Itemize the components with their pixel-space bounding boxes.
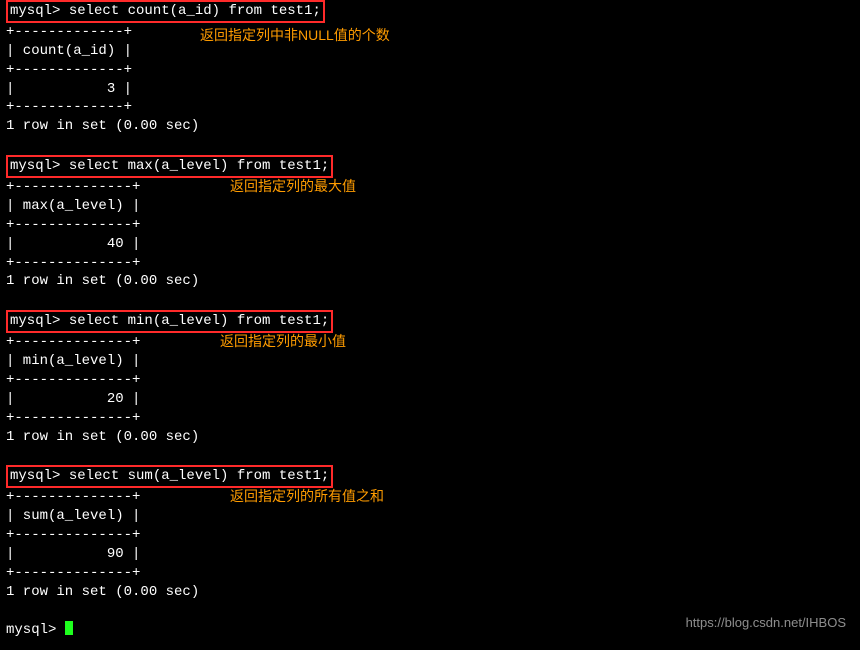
table-divider: +--------------+	[0, 564, 860, 583]
mysql-prompt: mysql>	[6, 622, 65, 638]
sql-query: select sum(a_level) from test1;	[69, 468, 329, 484]
command-row: mysql> select sum(a_level) from test1;	[0, 465, 860, 488]
status-line: 1 row in set (0.00 sec)	[0, 117, 860, 136]
watermark-text: https://blog.csdn.net/IHBOS	[686, 614, 846, 632]
blank-line	[0, 446, 860, 465]
table-divider: +--------------+	[0, 254, 860, 273]
query-block-max: mysql> select max(a_level) from test1; +…	[0, 155, 860, 310]
table-divider: +--------------+	[0, 178, 860, 197]
table-row: | 90 |	[0, 545, 860, 564]
mysql-prompt: mysql>	[10, 313, 69, 329]
blank-line	[0, 136, 860, 155]
annotation-label: 返回指定列的最大值	[230, 177, 356, 196]
table-row: | 40 |	[0, 235, 860, 254]
command-row: mysql> select count(a_id) from test1;	[0, 0, 860, 23]
status-line: 1 row in set (0.00 sec)	[0, 583, 860, 602]
command-row: mysql> select max(a_level) from test1;	[0, 155, 860, 178]
table-header: | count(a_id) |	[0, 42, 860, 61]
table-header: | sum(a_level) |	[0, 507, 860, 526]
sql-query: select count(a_id) from test1;	[69, 3, 321, 19]
query-block-count: mysql> select count(a_id) from test1; +-…	[0, 0, 860, 155]
table-row: | 20 |	[0, 390, 860, 409]
status-line: 1 row in set (0.00 sec)	[0, 272, 860, 291]
mysql-prompt: mysql>	[10, 468, 69, 484]
annotation-label: 返回指定列的最小值	[220, 332, 346, 351]
query-block-min: mysql> select min(a_level) from test1; +…	[0, 310, 860, 465]
table-row: | 3 |	[0, 80, 860, 99]
annotation-label: 返回指定列中非NULL值的个数	[200, 26, 390, 45]
table-header: | min(a_level) |	[0, 352, 860, 371]
sql-command-highlight: mysql> select max(a_level) from test1;	[6, 155, 333, 178]
sql-query: select max(a_level) from test1;	[69, 158, 329, 174]
table-divider: +--------------+	[0, 409, 860, 428]
table-divider: +--------------+	[0, 333, 860, 352]
sql-command-highlight: mysql> select sum(a_level) from test1;	[6, 465, 333, 488]
query-block-sum: mysql> select sum(a_level) from test1; +…	[0, 465, 860, 620]
blank-line	[0, 291, 860, 310]
table-divider: +-------------+	[0, 23, 860, 42]
command-row: mysql> select min(a_level) from test1;	[0, 310, 860, 333]
table-divider: +-------------+	[0, 98, 860, 117]
annotation-label: 返回指定列的所有值之和	[230, 487, 384, 506]
table-divider: +--------------+	[0, 371, 860, 390]
status-line: 1 row in set (0.00 sec)	[0, 428, 860, 447]
sql-query: select min(a_level) from test1;	[69, 313, 329, 329]
sql-command-highlight: mysql> select min(a_level) from test1;	[6, 310, 333, 333]
table-divider: +--------------+	[0, 488, 860, 507]
table-divider: +--------------+	[0, 526, 860, 545]
table-header: | max(a_level) |	[0, 197, 860, 216]
table-divider: +-------------+	[0, 61, 860, 80]
cursor-icon	[65, 621, 73, 635]
table-divider: +--------------+	[0, 216, 860, 235]
sql-command-highlight: mysql> select count(a_id) from test1;	[6, 0, 325, 23]
mysql-prompt: mysql>	[10, 158, 69, 174]
mysql-prompt: mysql>	[10, 3, 69, 19]
